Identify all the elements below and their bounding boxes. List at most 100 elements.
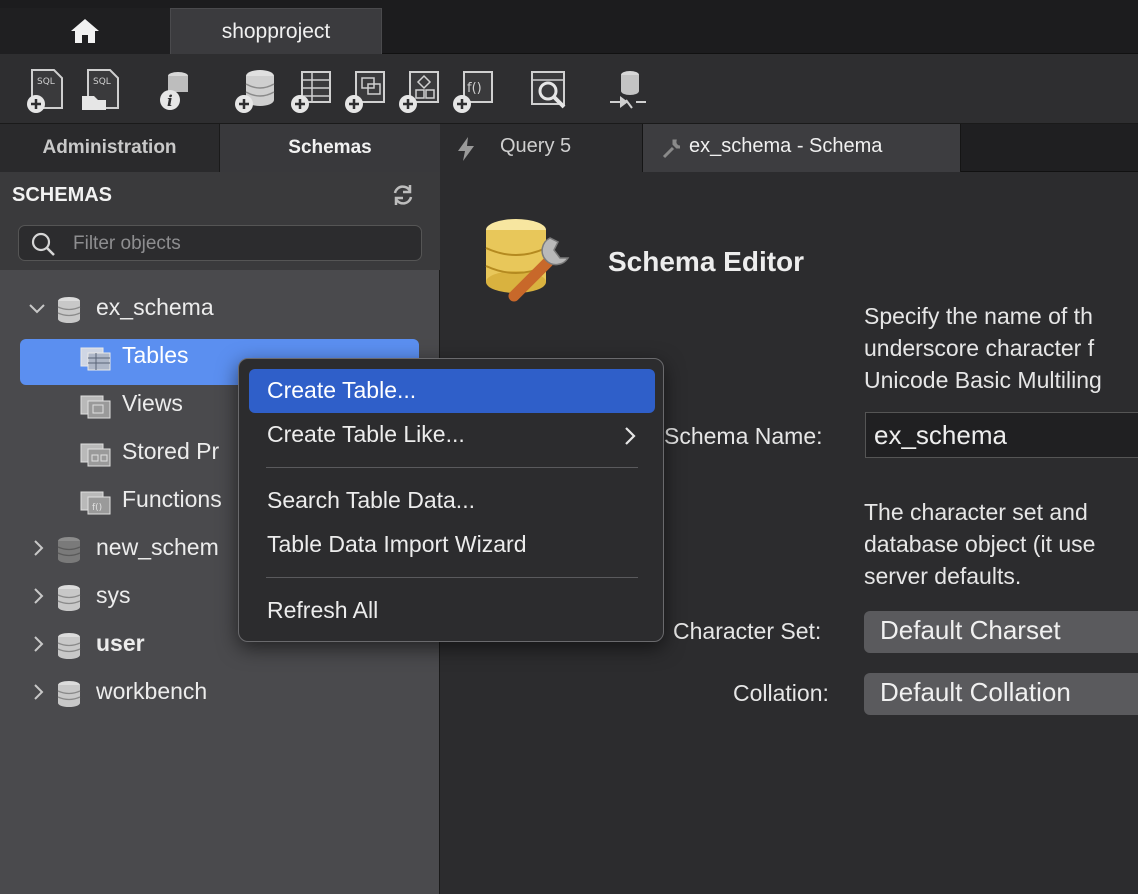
create-view-button[interactable] <box>344 66 388 114</box>
tree-item-label: Tables <box>122 342 189 368</box>
create-table-button[interactable] <box>290 66 334 114</box>
views-folder-icon <box>80 395 111 419</box>
create-view-icon <box>345 71 385 113</box>
tab-administration[interactable]: Administration <box>0 124 220 172</box>
home-tab[interactable] <box>0 8 170 54</box>
tree-item-label: new_schem <box>96 534 219 560</box>
schemas-title: SCHEMAS <box>12 184 113 206</box>
menu-item-create-table-like[interactable]: Create Table Like... <box>249 413 655 457</box>
schema-name-description-line: underscore character f <box>864 335 1095 361</box>
schema-name-input[interactable] <box>865 412 1138 458</box>
schema-name-label: Schema Name: <box>664 423 823 449</box>
menu-item-table-data-import-wizard[interactable]: Table Data Import Wizard <box>249 523 655 567</box>
svg-text:i: i <box>167 92 173 110</box>
database-icon <box>57 633 81 659</box>
tree-item-label: sys <box>96 582 131 608</box>
home-icon <box>71 19 99 43</box>
procedures-folder-icon <box>80 443 111 467</box>
menu-item-create-table[interactable]: Create Table... <box>249 369 655 413</box>
schema-editor-title: Schema Editor <box>608 246 805 277</box>
tables-folder-icon <box>80 347 111 371</box>
tree-item-label: Stored Pr <box>122 438 220 464</box>
main-toolbar: SQL SQL i f() <box>0 54 1138 124</box>
chevron-down-icon[interactable] <box>27 298 47 318</box>
open-sql-script-button[interactable]: SQL <box>78 66 122 114</box>
database-icon <box>57 585 81 611</box>
tree-item-workbench[interactable]: workbench <box>0 672 440 712</box>
tab-schemas-label: Schemas <box>288 137 372 158</box>
functions-folder-icon: f() <box>80 491 111 515</box>
tab-schemas[interactable]: Schemas <box>220 124 440 172</box>
editor-tab-bar: Query 5 ex_schema - Schema <box>440 124 1138 172</box>
schema-name-description-line: Specify the name of th <box>864 303 1093 329</box>
create-function-icon: f() <box>453 71 493 113</box>
chevron-right-icon[interactable] <box>28 634 48 654</box>
create-procedure-icon <box>399 71 439 113</box>
search-table-data-button[interactable] <box>528 66 572 114</box>
menu-item-refresh-all[interactable]: Refresh All <box>249 589 655 633</box>
character-set-value: Default Charset <box>880 615 1061 645</box>
schema-name-description-line: Unicode Basic Multiling <box>864 367 1102 393</box>
tree-item-label: user <box>96 630 145 656</box>
database-icon <box>57 537 81 563</box>
create-schema-icon <box>235 70 275 113</box>
reconnect-button[interactable] <box>606 66 650 114</box>
menu-separator <box>266 467 638 468</box>
chevron-right-icon[interactable] <box>28 586 48 606</box>
reconnect-icon <box>610 71 646 109</box>
menu-item-search-table-data[interactable]: Search Table Data... <box>249 479 655 523</box>
menu-item-label: Search Table Data... <box>267 487 475 513</box>
chevron-right-icon <box>625 427 636 445</box>
collation-select[interactable]: Default Collation <box>864 673 1138 715</box>
svg-text:SQL: SQL <box>93 77 111 87</box>
filter-objects-input[interactable] <box>71 230 411 258</box>
tab-query-label: Query 5 <box>500 135 572 157</box>
connection-tab-label: shopproject <box>221 19 331 43</box>
create-table-icon <box>291 71 331 113</box>
context-menu: Create Table... Create Table Like... Sea… <box>238 358 664 642</box>
new-sql-tab-button[interactable]: SQL <box>24 66 68 114</box>
chevron-right-icon[interactable] <box>28 538 48 558</box>
database-icon <box>57 297 81 323</box>
tree-item-label: Views <box>122 390 183 416</box>
character-set-label: Character Set: <box>673 618 822 644</box>
menu-item-label: Create Table Like... <box>267 421 465 447</box>
tree-item-label: Functions <box>122 486 222 512</box>
connection-tab-shopproject[interactable]: shopproject <box>170 8 382 54</box>
database-icon <box>57 681 81 707</box>
svg-text:f(): f() <box>92 503 102 513</box>
menu-item-label: Create Table... <box>267 377 417 403</box>
svg-text:SQL: SQL <box>37 77 55 87</box>
tree-item-label: ex_schema <box>96 294 214 320</box>
charset-description-line: The character set and <box>864 499 1088 525</box>
new-sql-tab-icon: SQL <box>27 69 63 113</box>
filter-box <box>18 225 422 261</box>
inspector-button[interactable]: i <box>154 66 198 114</box>
tab-administration-label: Administration <box>42 137 177 158</box>
inspector-icon: i <box>160 72 188 110</box>
lightning-icon <box>458 137 474 161</box>
create-function-button[interactable]: f() <box>452 66 496 114</box>
menu-separator <box>266 577 638 578</box>
tab-schema-label: ex_schema - Schema <box>689 135 883 157</box>
collation-label: Collation: <box>733 680 829 706</box>
chevron-right-icon[interactable] <box>28 682 48 702</box>
sidebar-tab-bar: Administration Schemas <box>0 124 440 172</box>
refresh-icon[interactable] <box>390 182 416 208</box>
create-procedure-button[interactable] <box>398 66 442 114</box>
menu-item-label: Refresh All <box>267 597 379 623</box>
charset-description-line: database object (it use <box>864 531 1096 557</box>
wrench-icon <box>662 139 681 159</box>
schemas-header: SCHEMAS <box>0 172 440 270</box>
tab-query-5[interactable]: Query 5 <box>440 124 643 172</box>
menu-item-label: Table Data Import Wizard <box>267 531 527 557</box>
create-schema-button[interactable] <box>234 66 278 114</box>
top-tab-bar: shopproject <box>0 0 1138 54</box>
charset-description-line: server defaults. <box>864 563 1022 589</box>
tree-item-ex-schema[interactable]: ex_schema <box>0 288 440 328</box>
search-icon <box>31 232 55 256</box>
search-table-data-icon <box>531 71 566 109</box>
collation-value: Default Collation <box>880 677 1071 707</box>
character-set-select[interactable]: Default Charset <box>864 611 1138 653</box>
tab-ex-schema-schema[interactable]: ex_schema - Schema <box>643 124 961 172</box>
